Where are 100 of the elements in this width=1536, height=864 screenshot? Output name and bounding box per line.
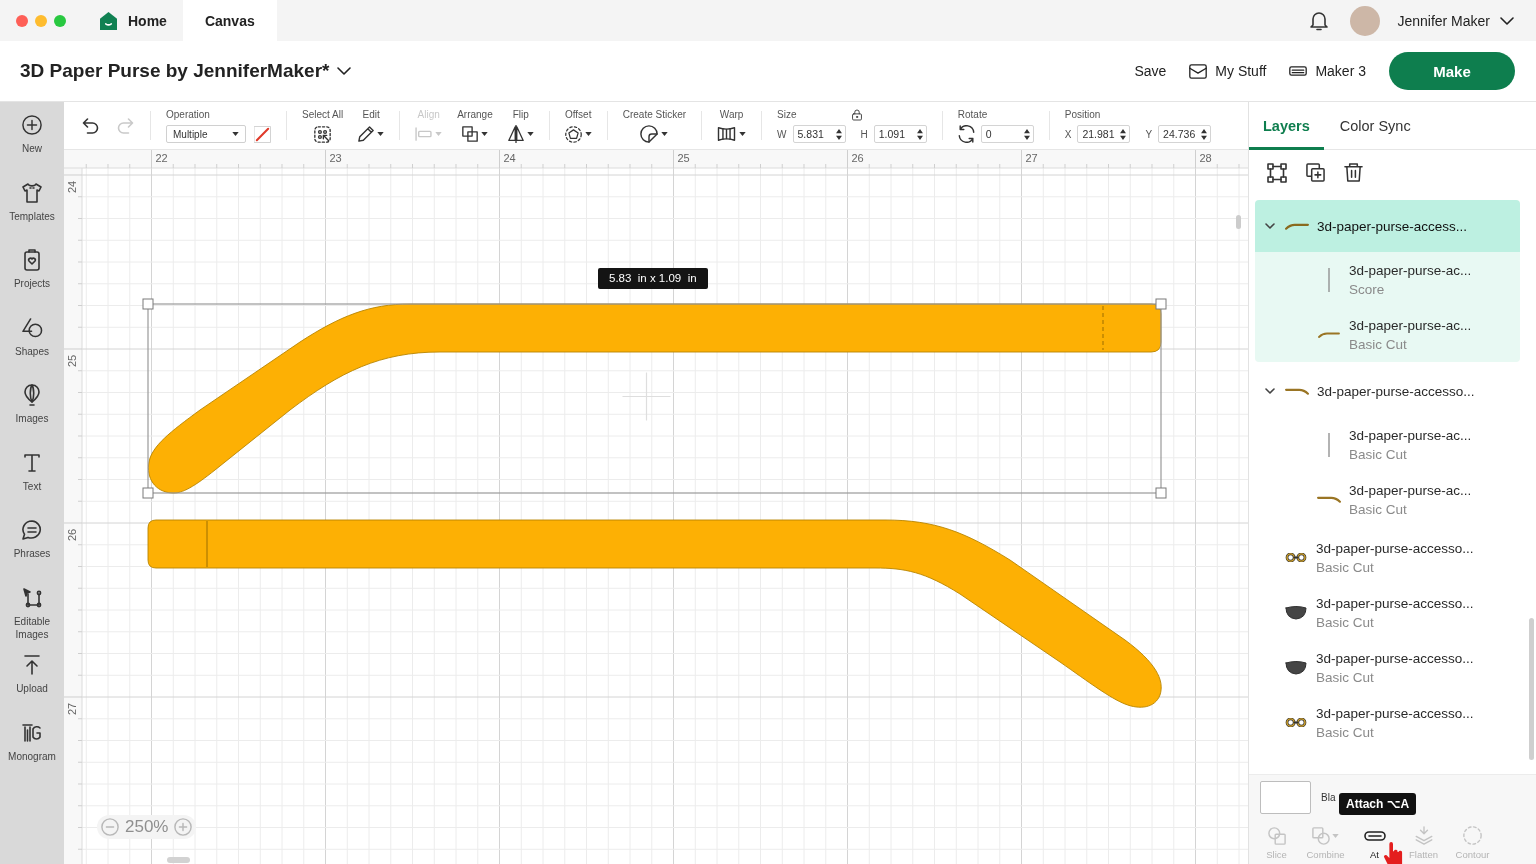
- undo-icon: [81, 117, 99, 134]
- stepper-icon[interactable]: [835, 128, 842, 140]
- chevron-down-icon[interactable]: [1265, 223, 1275, 229]
- undo-button[interactable]: [81, 117, 99, 134]
- attach-icon: [1363, 830, 1386, 841]
- layer-row[interactable]: 3d-paper-purse-access...: [1255, 200, 1520, 252]
- sidebar-item[interactable]: Editable Images: [0, 574, 64, 642]
- chevron-down-icon[interactable]: [1265, 388, 1275, 394]
- sidebar-item[interactable]: New: [0, 102, 64, 170]
- layer-name: 3d-paper-purse-ac...: [1349, 261, 1472, 280]
- dimension-tooltip: 5.83 in x 1.09 in: [598, 268, 708, 289]
- stepper-icon[interactable]: [916, 128, 923, 140]
- combine-icon: [1312, 826, 1330, 845]
- y-position-field[interactable]: 24.736: [1158, 125, 1212, 143]
- offset-icon: [564, 125, 582, 143]
- sidebar-item[interactable]: Monogram: [0, 709, 64, 777]
- scrollbar-thumb[interactable]: [1236, 215, 1241, 229]
- sidebar-item[interactable]: Text: [0, 439, 64, 507]
- stepper-icon[interactable]: [1120, 128, 1127, 140]
- sidebar-item[interactable]: Shapes: [0, 304, 64, 372]
- app-tab[interactable]: Home: [84, 0, 183, 41]
- chevron-down-icon[interactable]: [337, 67, 352, 75]
- scrollbar-thumb[interactable]: [1529, 618, 1534, 760]
- bell-icon[interactable]: [1310, 10, 1329, 31]
- layer-row[interactable]: 3d-paper-purse-accesso... Basic Cut: [1255, 530, 1520, 585]
- zoom-in-icon[interactable]: [174, 818, 193, 836]
- warp-button[interactable]: Warp: [717, 102, 747, 149]
- zoom-out-icon[interactable]: [101, 818, 119, 836]
- sidebar-item[interactable]: Images: [0, 372, 64, 440]
- layer-row[interactable]: 3d-paper-purse-ac... Basic Cut: [1255, 472, 1520, 527]
- avatar[interactable]: [1350, 5, 1381, 36]
- layer-row[interactable]: 3d-paper-purse-accesso...: [1255, 365, 1520, 417]
- arrange-button[interactable]: Arrange: [457, 102, 493, 149]
- caret-icon: [232, 132, 239, 136]
- my-stuff-button[interactable]: My Stuff: [1189, 63, 1267, 79]
- sidebar-item[interactable]: Phrases: [0, 507, 64, 575]
- panel-tab[interactable]: Color Sync: [1323, 102, 1425, 150]
- layer-operation: Basic Cut: [1316, 613, 1375, 632]
- resize-handle[interactable]: [1155, 298, 1167, 310]
- chevron-down-icon: [1500, 16, 1514, 25]
- create-sticker-button[interactable]: Create Sticker: [622, 102, 687, 149]
- width-field[interactable]: 5.831: [792, 125, 846, 143]
- operation-label: Operation: [166, 109, 211, 121]
- ruler-label: 25: [66, 354, 78, 367]
- height-field[interactable]: 1.091: [873, 125, 927, 143]
- x-position-field[interactable]: 21.981: [1077, 125, 1131, 143]
- layer-row[interactable]: 3d-paper-purse-ac... Score: [1255, 252, 1520, 307]
- window-close-icon[interactable]: [16, 14, 28, 27]
- window-zoom-icon[interactable]: [54, 14, 66, 27]
- glasses-icon: [1285, 718, 1307, 727]
- offset-button[interactable]: Offset: [564, 102, 592, 149]
- sidebar-item[interactable]: Templates: [0, 169, 64, 237]
- trash-icon[interactable]: [1344, 163, 1363, 182]
- layer-row[interactable]: 3d-paper-purse-accesso... Basic Cut: [1255, 695, 1520, 750]
- flip-button[interactable]: Flip: [507, 102, 534, 149]
- canvas-swatch[interactable]: [1260, 781, 1311, 814]
- layer-name: 3d-paper-purse-ac...: [1349, 316, 1472, 335]
- duplicate-icon[interactable]: [1306, 163, 1325, 182]
- resize-handle[interactable]: [1155, 487, 1167, 499]
- attach-button[interactable]: At: [1350, 820, 1399, 864]
- curved-strip[interactable]: [147, 519, 1162, 708]
- operation-dropdown[interactable]: Multiple: [166, 125, 246, 143]
- machine-button[interactable]: Maker 3: [1289, 63, 1366, 79]
- arrange-icon: [461, 126, 478, 142]
- sidebar-item[interactable]: Upload: [0, 642, 64, 710]
- app-tab[interactable]: Canvas: [182, 0, 277, 41]
- ruler-label: 26: [851, 152, 864, 164]
- select-all-button[interactable]: Select All: [302, 102, 344, 149]
- scrollbar-thumb[interactable]: [167, 857, 190, 863]
- stepper-icon[interactable]: [1201, 128, 1208, 140]
- curved-strip[interactable]: [147, 303, 1162, 494]
- curve-icon: [1285, 387, 1309, 395]
- save-button[interactable]: Save: [1134, 63, 1167, 79]
- layer-row[interactable]: 3d-paper-purse-accesso... Basic Cut: [1255, 585, 1520, 640]
- group-icon[interactable]: [1267, 162, 1287, 183]
- rotate-icon[interactable]: [957, 125, 975, 143]
- align-icon: [415, 127, 433, 141]
- sidebar-item[interactable]: Projects: [0, 237, 64, 305]
- user-menu-button[interactable]: Jennifer Maker: [1397, 12, 1514, 29]
- layer-row[interactable]: 3d-paper-purse-accesso... Basic Cut: [1255, 640, 1520, 695]
- pen-swatch-icon[interactable]: [254, 125, 271, 143]
- panel-tab[interactable]: Layers: [1249, 102, 1324, 150]
- warp-icon: [717, 126, 737, 142]
- lock-icon[interactable]: [851, 109, 862, 121]
- clipboard-icon: [24, 249, 40, 271]
- ruler-label: 24: [66, 180, 78, 193]
- caret-icon: [377, 132, 385, 136]
- resize-handle[interactable]: [142, 487, 154, 499]
- envelope-icon: [1189, 63, 1208, 79]
- edit-button[interactable]: Edit: [358, 102, 385, 149]
- stepper-icon[interactable]: [1023, 128, 1030, 140]
- curve-icon: [1285, 222, 1309, 230]
- layer-row[interactable]: 3d-paper-purse-ac... Basic Cut: [1255, 307, 1520, 362]
- make-button[interactable]: Make: [1389, 52, 1515, 90]
- balloon-icon: [24, 384, 40, 406]
- layer-row[interactable]: 3d-paper-purse-ac... Basic Cut: [1255, 417, 1520, 472]
- window-minimize-icon[interactable]: [35, 14, 47, 27]
- layer-operation: Basic Cut: [1316, 558, 1375, 577]
- resize-handle[interactable]: [142, 298, 154, 310]
- rotation-field[interactable]: 0: [980, 125, 1034, 143]
